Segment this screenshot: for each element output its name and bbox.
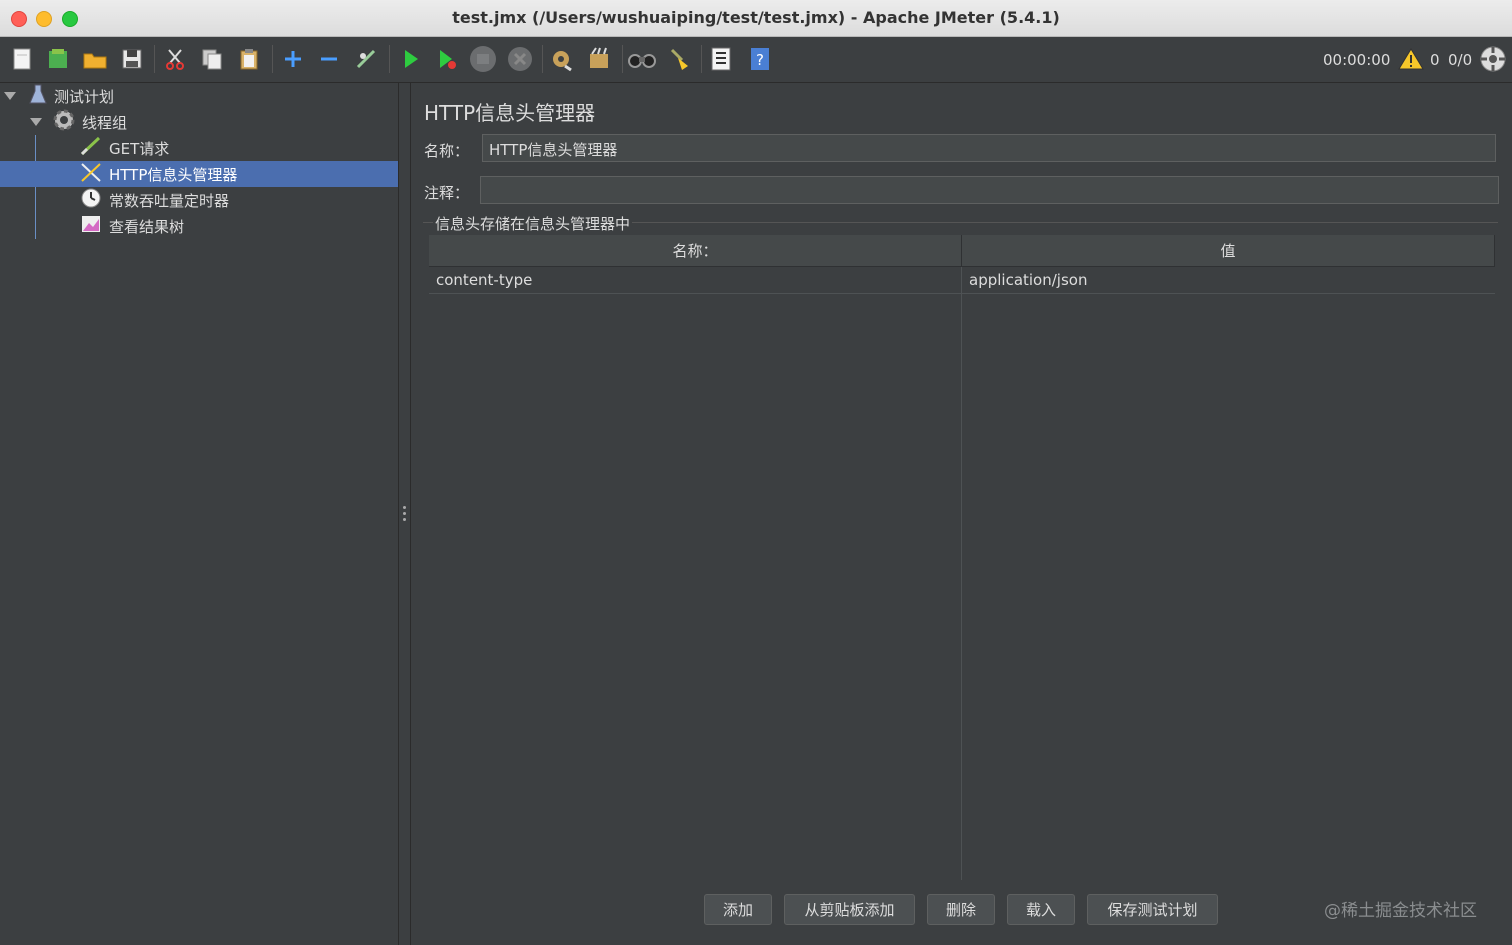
warning-icon[interactable] bbox=[1397, 45, 1425, 73]
column-header-name[interactable]: 名称： bbox=[429, 235, 962, 267]
timer-icon bbox=[79, 187, 103, 213]
open-icon[interactable] bbox=[81, 45, 109, 73]
active-threads: 0/0 bbox=[1448, 51, 1473, 69]
toolbar: ? 00:00:00 0 0/0 bbox=[0, 37, 1512, 83]
remote-engine-icon[interactable] bbox=[1479, 45, 1507, 73]
tree-item-label: 查看结果树 bbox=[109, 217, 185, 236]
sampler-icon bbox=[79, 135, 103, 161]
headers-table: 名称： 值 content-type application/json bbox=[429, 235, 1495, 880]
tree-item-label: 线程组 bbox=[82, 113, 128, 132]
comment-field[interactable] bbox=[480, 176, 1499, 204]
window-title: test.jmx (/Users/wushuaiping/test/test.j… bbox=[452, 8, 1060, 27]
help-icon[interactable]: ? bbox=[746, 45, 774, 73]
test-plan-icon bbox=[28, 83, 48, 109]
tree-item-header-manager[interactable]: HTTP信息头管理器 bbox=[0, 161, 398, 187]
tree-item-throughput-timer[interactable]: 常数吞吐量定时器 bbox=[79, 187, 229, 213]
tree-item-get-request[interactable]: GET请求 bbox=[79, 135, 169, 161]
collapse-all-icon[interactable] bbox=[315, 45, 343, 73]
reset-search-icon[interactable] bbox=[665, 45, 693, 73]
expand-arrow-icon[interactable] bbox=[4, 92, 16, 100]
copy-icon[interactable] bbox=[198, 45, 226, 73]
tree-item-label: 测试计划 bbox=[54, 87, 115, 106]
expand-arrow-icon[interactable] bbox=[30, 118, 42, 126]
title-bar: test.jmx (/Users/wushuaiping/test/test.j… bbox=[0, 0, 1512, 37]
tree-item-thread-group[interactable]: 线程组 bbox=[30, 109, 127, 135]
thread-group-icon bbox=[52, 108, 76, 136]
paste-icon[interactable] bbox=[235, 45, 263, 73]
new-icon[interactable] bbox=[8, 45, 36, 73]
table-cell-value[interactable]: application/json bbox=[962, 267, 1495, 294]
cut-icon[interactable] bbox=[161, 45, 189, 73]
search-icon[interactable] bbox=[628, 45, 656, 73]
templates-icon[interactable] bbox=[44, 45, 72, 73]
shutdown-icon[interactable] bbox=[506, 45, 534, 73]
header-manager-icon bbox=[79, 161, 103, 187]
svg-text:?: ? bbox=[756, 51, 764, 69]
comment-label: 注释： bbox=[424, 184, 470, 202]
stop-icon[interactable] bbox=[469, 45, 497, 73]
header-manager-panel: HTTP信息头管理器 名称： HTTP信息头管理器 注释： 信息头存储在信息头管… bbox=[411, 83, 1512, 945]
start-no-pauses-icon[interactable] bbox=[433, 45, 461, 73]
add-from-clipboard-button[interactable]: 从剪贴板添加 bbox=[784, 894, 915, 925]
column-header-value[interactable]: 值 bbox=[962, 235, 1495, 267]
name-label: 名称： bbox=[424, 142, 470, 160]
listener-icon bbox=[79, 213, 103, 239]
test-plan-tree: 测试计划 线程组 GET请求 HTTP信息头管理器 常数吞吐量定时器 查看结果树 bbox=[0, 83, 399, 945]
tree-item-results-tree[interactable]: 查看结果树 bbox=[79, 213, 184, 239]
split-pane-divider[interactable] bbox=[399, 83, 411, 945]
watermark: @稀土掘金技术社区 bbox=[1324, 901, 1477, 921]
function-helper-icon[interactable] bbox=[707, 45, 735, 73]
group-title: 信息头存储在信息头管理器中 bbox=[433, 213, 633, 234]
expand-all-icon[interactable] bbox=[279, 45, 307, 73]
save-icon[interactable] bbox=[118, 45, 146, 73]
delete-button[interactable]: 删除 bbox=[927, 894, 995, 925]
clear-all-icon[interactable] bbox=[585, 45, 613, 73]
tree-item-label: GET请求 bbox=[109, 139, 170, 158]
clear-icon[interactable] bbox=[548, 45, 576, 73]
save-test-plan-button[interactable]: 保存测试计划 bbox=[1087, 894, 1218, 925]
elapsed-time: 00:00:00 bbox=[1323, 51, 1391, 69]
page-title: HTTP信息头管理器 bbox=[424, 101, 596, 125]
tree-item-label: HTTP信息头管理器 bbox=[109, 165, 238, 184]
load-button[interactable]: 载入 bbox=[1007, 894, 1075, 925]
table-cell-name[interactable]: content-type bbox=[429, 267, 961, 294]
warning-count: 0 bbox=[1430, 51, 1440, 69]
tree-item-label: 常数吞吐量定时器 bbox=[109, 191, 230, 210]
toggle-icon[interactable] bbox=[352, 45, 380, 73]
add-button[interactable]: 添加 bbox=[704, 894, 772, 925]
start-icon[interactable] bbox=[396, 45, 424, 73]
tree-item-test-plan[interactable]: 测试计划 bbox=[4, 83, 114, 109]
name-field[interactable]: HTTP信息头管理器 bbox=[482, 134, 1496, 162]
